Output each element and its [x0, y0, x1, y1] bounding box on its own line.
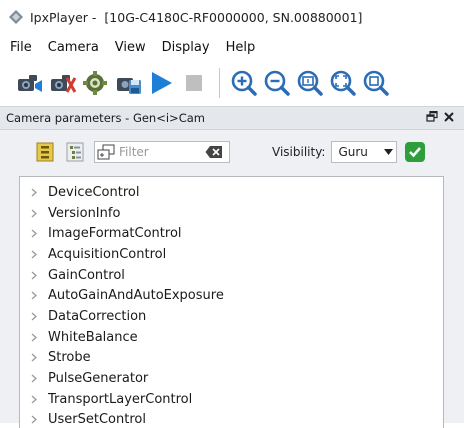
visibility-select[interactable]: Guru	[331, 141, 398, 163]
zoom-extra-icon[interactable]	[361, 68, 391, 98]
zoom-out-icon[interactable]	[262, 68, 292, 98]
visibility-value: Guru	[338, 145, 368, 159]
zoom-in-icon[interactable]	[229, 68, 259, 98]
expand-arrow-icon[interactable]	[20, 271, 48, 280]
filter-input[interactable]	[117, 145, 201, 159]
tree-item[interactable]: PulseGenerator	[20, 368, 443, 389]
tree-item-label: UserSetControl	[48, 412, 146, 428]
parameter-tree: DeviceControl VersionInfo ImageFormatCon…	[19, 176, 444, 428]
menu-display[interactable]: Display	[154, 40, 218, 55]
tree-item[interactable]: AutoGainAndAutoExposure	[20, 285, 443, 306]
expand-arrow-icon[interactable]	[20, 333, 48, 342]
tree-item[interactable]: VersionInfo	[20, 203, 443, 224]
expand-arrow-icon[interactable]	[20, 312, 48, 321]
menu-view[interactable]: View	[107, 40, 154, 55]
menu-help[interactable]: Help	[218, 40, 264, 55]
menu-camera[interactable]: Camera	[40, 40, 107, 55]
tree-item-label: AcquisitionControl	[48, 246, 167, 262]
tree-item-label: WhiteBalance	[48, 329, 138, 345]
expand-arrow-icon[interactable]	[20, 415, 48, 424]
visibility-label: Visibility:	[272, 145, 326, 159]
tree-item[interactable]: AcquisitionControl	[20, 244, 443, 265]
tree-item[interactable]: Strobe	[20, 348, 443, 369]
float-panel-icon[interactable]	[424, 110, 440, 125]
zoom-actual-icon[interactable]	[295, 68, 325, 98]
camera-settings-icon[interactable]	[80, 68, 110, 98]
zoom-fit-icon[interactable]	[328, 68, 358, 98]
dock-panel-header: Camera parameters - Gen<i>Cam	[0, 106, 464, 130]
window-title: IpxPlayer - [10G-C4180C-RF0000000, SN.008…	[30, 10, 362, 25]
tree-view-icon[interactable]	[34, 141, 56, 163]
toolbar-separator	[219, 68, 221, 98]
play-icon[interactable]	[146, 68, 176, 98]
tree-item-label: GainControl	[48, 267, 125, 283]
parameters-controls: Visibility: Guru	[0, 130, 464, 174]
tree-item[interactable]: ImageFormatControl	[20, 223, 443, 244]
camera-info: [10G-C4180C-RF0000000, SN.00880001]	[104, 9, 363, 25]
tree-item-label: TransportLayerControl	[48, 391, 193, 407]
filter-icon	[95, 142, 117, 162]
expand-arrow-icon[interactable]	[20, 209, 48, 218]
app-name: IpxPlayer -	[30, 9, 97, 25]
camera-disconnect-icon[interactable]	[47, 68, 77, 98]
list-view-icon[interactable]	[64, 141, 86, 163]
close-panel-icon[interactable]	[440, 111, 458, 126]
expand-arrow-icon[interactable]	[20, 291, 48, 300]
expand-arrow-icon[interactable]	[20, 395, 48, 404]
filter-box	[94, 141, 230, 163]
tree-item-label: VersionInfo	[48, 205, 121, 221]
expand-arrow-icon[interactable]	[20, 188, 48, 197]
expand-arrow-icon[interactable]	[20, 229, 48, 238]
apply-check-icon[interactable]	[404, 141, 426, 163]
tree-item[interactable]: DeviceControl	[20, 182, 443, 203]
expand-arrow-icon[interactable]	[20, 250, 48, 259]
chevron-down-icon	[380, 149, 396, 155]
tree-item[interactable]: UserSetControl	[20, 410, 443, 428]
tree-item[interactable]: WhiteBalance	[20, 327, 443, 348]
tree-item-label: ImageFormatControl	[48, 226, 182, 242]
tree-item-label: PulseGenerator	[48, 371, 149, 387]
stop-icon[interactable]	[179, 68, 209, 98]
dock-panel-title: Camera parameters - Gen<i>Cam	[6, 111, 205, 125]
expand-arrow-icon[interactable]	[20, 353, 48, 362]
camera-connect-icon[interactable]	[14, 68, 44, 98]
clear-filter-icon[interactable]	[203, 142, 225, 162]
save-settings-icon[interactable]	[113, 68, 143, 98]
tree-item-label: DeviceControl	[48, 184, 140, 200]
tree-item-label: DataCorrection	[48, 308, 147, 324]
camera-parameters-panel: Visibility: Guru DeviceControl VersionIn…	[0, 130, 464, 428]
tree-item[interactable]: GainControl	[20, 265, 443, 286]
tree-item-label: AutoGainAndAutoExposure	[48, 288, 224, 304]
title-bar: IpxPlayer - [10G-C4180C-RF0000000, SN.008…	[0, 0, 464, 34]
tree-item-label: Strobe	[48, 350, 91, 366]
menu-bar: File Camera View Display Help	[0, 34, 464, 60]
expand-arrow-icon[interactable]	[20, 374, 48, 383]
app-logo-icon	[8, 9, 24, 25]
tree-item[interactable]: DataCorrection	[20, 306, 443, 327]
toolbar	[0, 60, 464, 106]
tree-item[interactable]: TransportLayerControl	[20, 389, 443, 410]
menu-file[interactable]: File	[0, 40, 40, 55]
